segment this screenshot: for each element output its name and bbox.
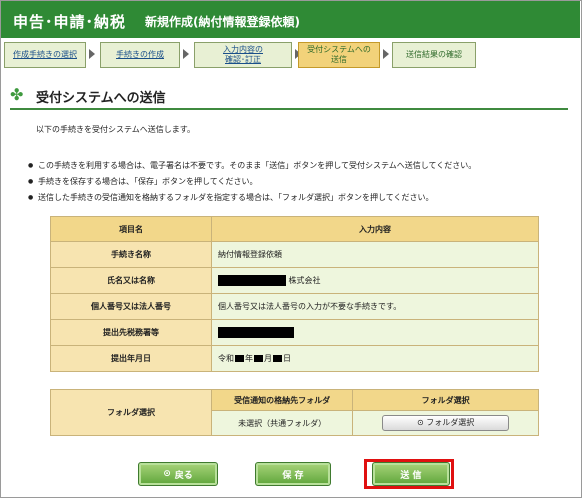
- header-category: 申告･申請･納税: [13, 13, 127, 31]
- button-label: 戻る: [174, 470, 193, 481]
- row-label: 提出年月日: [50, 345, 212, 372]
- folder-row-label: フォルダ選択: [50, 389, 212, 436]
- button-label: 保 存: [282, 470, 304, 481]
- column-header-select: フォルダ選択: [352, 389, 539, 411]
- redacted-block: [273, 355, 282, 362]
- intro-text: 以下の手続きを受付システムへ送信します。: [36, 125, 195, 134]
- table-row: 提出先税務署等: [50, 319, 539, 346]
- step-select-procedure[interactable]: 作成手続きの選択: [4, 42, 86, 68]
- table-row: 提出年月日 令和 年 月 日: [50, 345, 539, 372]
- folder-select-table: フォルダ選択 受信通知の格納先フォルダ フォルダ選択 未選択（共通フォルダ） ⊙…: [50, 389, 539, 436]
- row-value: 納付情報登録依頼: [211, 241, 539, 268]
- back-button[interactable]: ⊙ 戻る: [138, 462, 218, 486]
- circle-arrow-icon: ⊙: [163, 469, 171, 479]
- table-row: 手続き名称 納付情報登録依頼: [50, 241, 539, 268]
- step-label-line2: 確認･訂正: [225, 55, 261, 64]
- chevron-right-icon: [89, 49, 95, 59]
- clover-icon: ✤: [10, 85, 24, 104]
- year-unit: 年: [245, 354, 253, 363]
- redacted-block: [235, 355, 244, 362]
- procedure-info-table: 項目名 入力内容 手続き名称 納付情報登録依頼 氏名又は名称 株式会社 個人番号…: [50, 216, 539, 372]
- step-label: 手続きの作成: [116, 50, 164, 59]
- note-item: 手続きを保存する場合は、「保存」ボタンを押してください。: [28, 174, 476, 190]
- day-unit: 日: [283, 354, 291, 363]
- page-title: 受付システムへの送信: [36, 91, 166, 106]
- note-item: 送信した手続きの受信通知を格納するフォルダを指定する場合は、「フォルダ選択」ボタ…: [28, 190, 476, 206]
- step-label-line1: 入力内容の: [223, 45, 263, 54]
- column-header-folder: 受信通知の格納先フォルダ: [210, 389, 354, 411]
- folder-button-cell: ⊙ フォルダ選択: [352, 410, 539, 436]
- row-value-office: [211, 319, 539, 346]
- step-label: 送信結果の確認: [406, 50, 462, 59]
- month-unit: 月: [264, 354, 272, 363]
- company-suffix: 株式会社: [288, 276, 321, 285]
- column-header-value: 入力内容: [211, 216, 539, 242]
- button-label: フォルダ選択: [426, 418, 475, 427]
- chevron-right-icon: [183, 49, 189, 59]
- current-folder-value: 未選択（共通フォルダ）: [210, 410, 354, 436]
- table-row: 氏名又は名称 株式会社: [50, 267, 539, 294]
- table-header-row: 項目名 入力内容: [50, 216, 539, 242]
- step-send-current: 受付システムへの 送信: [298, 42, 380, 68]
- row-label: 提出先税務署等: [50, 319, 212, 346]
- header-subtitle: 新規作成(納付情報登録依頼): [145, 15, 300, 29]
- row-label: 個人番号又は法人番号: [50, 293, 212, 320]
- chevron-right-icon: [383, 49, 389, 59]
- notes-list: この手続きを利用する場合は、電子署名は不要です。そのまま「送信」ボタンを押して受…: [28, 158, 476, 206]
- column-header-item: 項目名: [50, 216, 212, 242]
- step-label: 作成手続きの選択: [13, 50, 77, 59]
- row-value-date: 令和 年 月 日: [211, 345, 539, 372]
- table-row: 個人番号又は法人番号 個人番号又は法人番号の入力が不要な手続きです。: [50, 293, 539, 320]
- row-value-name: 株式会社: [211, 267, 539, 294]
- step-create-procedure[interactable]: 手続きの作成: [100, 42, 180, 68]
- app-header: 申告･申請･納税 新規作成(納付情報登録依頼): [1, 1, 580, 38]
- divider: [10, 108, 568, 110]
- step-confirm-input[interactable]: 入力内容の 確認･訂正: [194, 42, 292, 68]
- step-label-line2: 送信: [331, 55, 347, 64]
- redacted-block: [218, 327, 294, 338]
- section-header: ✤ 受付システムへの送信: [10, 86, 570, 108]
- folder-select-button[interactable]: ⊙ フォルダ選択: [382, 415, 510, 431]
- era-label: 令和: [218, 354, 234, 363]
- progress-steps: 作成手続きの選択 手続きの作成 入力内容の 確認･訂正 受付システムへの 送信 …: [4, 42, 576, 70]
- step-label-line1: 受付システムへの: [307, 45, 371, 54]
- note-item: この手続きを利用する場合は、電子署名は不要です。そのまま「送信」ボタンを押して受…: [28, 158, 476, 174]
- row-label: 手続き名称: [50, 241, 212, 268]
- redacted-block: [218, 275, 286, 286]
- play-circle-icon: ⊙: [417, 418, 424, 427]
- redacted-block: [254, 355, 263, 362]
- step-send-result: 送信結果の確認: [392, 42, 476, 68]
- table-header-row: フォルダ選択 受信通知の格納先フォルダ フォルダ選択: [50, 389, 539, 436]
- row-value: 個人番号又は法人番号の入力が不要な手続きです。: [211, 293, 539, 320]
- send-button-highlight: [364, 459, 454, 489]
- save-button[interactable]: 保 存: [255, 462, 331, 486]
- row-label: 氏名又は名称: [50, 267, 212, 294]
